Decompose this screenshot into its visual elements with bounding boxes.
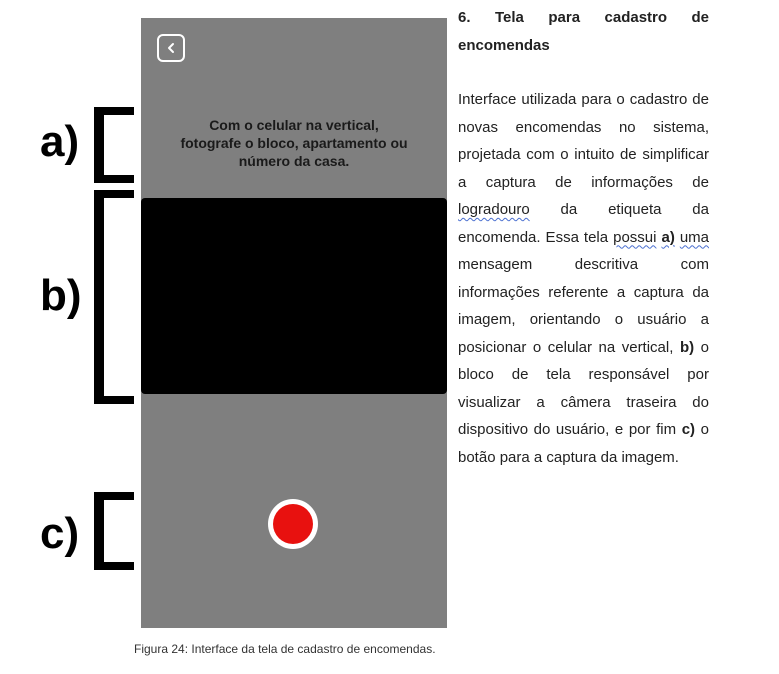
phone-mockup: Com o celular na vertical, fotografe o b… — [141, 18, 447, 628]
spellcheck-word: possui — [613, 228, 657, 246]
paragraph-ref-a: a) — [661, 228, 675, 246]
instruction-line: número da casa. — [238, 153, 350, 169]
paragraph-text: Interface utilizada para o cadastro de n… — [458, 91, 709, 191]
bracket-a — [94, 107, 134, 183]
instruction-line: Com o celular na vertical, — [209, 117, 379, 133]
paragraph-ref-c: c) — [681, 421, 696, 438]
paragraph-text: mensagem descritiva com informações refe… — [458, 256, 709, 356]
label-a: a) — [40, 117, 80, 166]
label-c: c) — [40, 509, 80, 558]
capture-button[interactable] — [268, 499, 318, 549]
description-paragraph: Interface utilizada para o cadastro de n… — [458, 86, 709, 471]
paragraph-ref-b: b) — [679, 338, 695, 356]
section-heading: 6. Tela para cadastro de encomendas — [458, 4, 709, 59]
heading-word: de — [691, 9, 710, 26]
capture-button-inner — [273, 504, 313, 544]
label-b: b) — [40, 271, 82, 320]
spellcheck-word: logradouro — [458, 201, 530, 218]
chevron-left-icon — [168, 43, 174, 53]
instruction-message: Com o celular na vertical, fotografe o b… — [141, 116, 447, 170]
heading-word: encomendas — [458, 36, 550, 54]
camera-preview — [141, 198, 447, 394]
heading-word: para — [548, 9, 581, 26]
figure-caption: Figura 24: Interface da tela de cadastro… — [134, 642, 436, 656]
instruction-line: fotografe o bloco, apartamento ou — [180, 135, 408, 151]
bracket-c — [94, 492, 134, 570]
heading-number: 6. — [458, 9, 471, 26]
spellcheck-word: uma — [679, 228, 710, 246]
heading-word: cadastro — [604, 9, 668, 26]
bracket-b — [94, 190, 134, 404]
description-column: 6. Tela para cadastro de encomendas Inte… — [458, 4, 709, 471]
heading-word: Tela — [494, 9, 524, 26]
back-button[interactable] — [157, 34, 185, 62]
